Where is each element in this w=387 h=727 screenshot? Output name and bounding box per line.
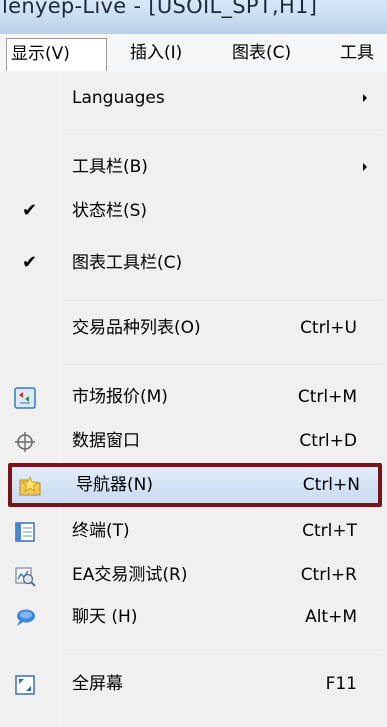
submenu-arrow-icon (363, 163, 367, 171)
menu-item-terminal[interactable]: 终端(T) Ctrl+T (0, 511, 387, 551)
menu-item-label: 图表工具栏(C) (72, 253, 183, 273)
menu-item-toolbars[interactable]: 工具栏(B) (0, 147, 387, 187)
menu-item-navigator[interactable]: 导航器(N) Ctrl+N (8, 463, 382, 507)
menu-item-label: 状态栏(S) (72, 201, 148, 221)
menu-item-shortcut: Ctrl+D (299, 431, 357, 451)
tester-icon (14, 565, 36, 587)
menu-insert[interactable]: 插入(I) (126, 38, 186, 71)
menu-item-shortcut: Ctrl+U (300, 318, 357, 338)
menu-item-fullscreen[interactable]: 全屏幕 F11 (0, 664, 387, 704)
menu-item-market-watch[interactable]: 市场报价(M) Ctrl+M (0, 377, 387, 417)
menu-item-label: Languages (72, 88, 165, 108)
terminal-icon (14, 521, 36, 543)
menu-item-chart-toolbar[interactable]: ✔ 图表工具栏(C) (0, 243, 387, 283)
menu-item-symbols[interactable]: 交易品种列表(O) Ctrl+U (0, 308, 387, 348)
menu-item-languages[interactable]: Languages (0, 78, 387, 118)
window-title: lenyep-Live - [USOIL_SPT,H1] (2, 0, 318, 18)
menu-bar: 显示(V) 插入(I) 图表(C) 工具 (0, 34, 387, 73)
menu-separator (64, 130, 382, 132)
menu-item-shortcut: Alt+M (305, 607, 357, 627)
menu-item-label: 全屏幕 (72, 674, 123, 694)
checkmark-icon: ✔ (22, 252, 38, 273)
menu-item-shortcut: F11 (325, 674, 357, 694)
crosshair-icon (14, 431, 36, 453)
menu-separator (64, 650, 382, 652)
menu-item-strategy-tester[interactable]: EA交易测试(R) Ctrl+R (0, 555, 387, 595)
menu-item-label: 终端(T) (72, 521, 130, 541)
menu-item-shortcut: Ctrl+R (300, 565, 357, 585)
submenu-arrow-icon (363, 94, 367, 102)
menu-view[interactable]: 显示(V) (6, 38, 107, 71)
menu-charts[interactable]: 图表(C) (228, 38, 295, 71)
fullscreen-icon (14, 674, 36, 696)
menu-item-label: EA交易测试(R) (72, 565, 188, 585)
menu-item-data-window[interactable]: 数据窗口 Ctrl+D (0, 421, 387, 461)
menu-item-shortcut: Ctrl+T (302, 521, 357, 541)
chat-icon (14, 607, 36, 629)
menu-separator (64, 300, 382, 302)
window-title-bar: lenyep-Live - [USOIL_SPT,H1] (0, 0, 387, 34)
menu-item-label: 工具栏(B) (72, 157, 148, 177)
menu-item-shortcut: Ctrl+M (297, 387, 357, 407)
menu-item-label: 市场报价(M) (72, 387, 168, 407)
view-menu-dropdown: Languages 工具栏(B) ✔ 状态栏(S) ✔ 图表工具栏(C) 交易品… (0, 72, 387, 727)
menu-item-status-bar[interactable]: ✔ 状态栏(S) (0, 191, 387, 231)
menu-item-label: 聊天 (H) (72, 607, 138, 627)
menu-tools[interactable]: 工具 (336, 38, 387, 71)
menu-item-label: 导航器(N) (76, 475, 153, 495)
menu-item-shortcut: Ctrl+N (302, 475, 360, 495)
market-watch-icon (14, 387, 36, 409)
menu-item-chat[interactable]: 聊天 (H) Alt+M (0, 597, 387, 637)
menu-separator (64, 364, 382, 366)
checkmark-icon: ✔ (22, 200, 38, 221)
menu-item-label: 交易品种列表(O) (72, 318, 201, 338)
menu-item-label: 数据窗口 (72, 431, 140, 451)
navigator-star-icon (18, 474, 41, 496)
